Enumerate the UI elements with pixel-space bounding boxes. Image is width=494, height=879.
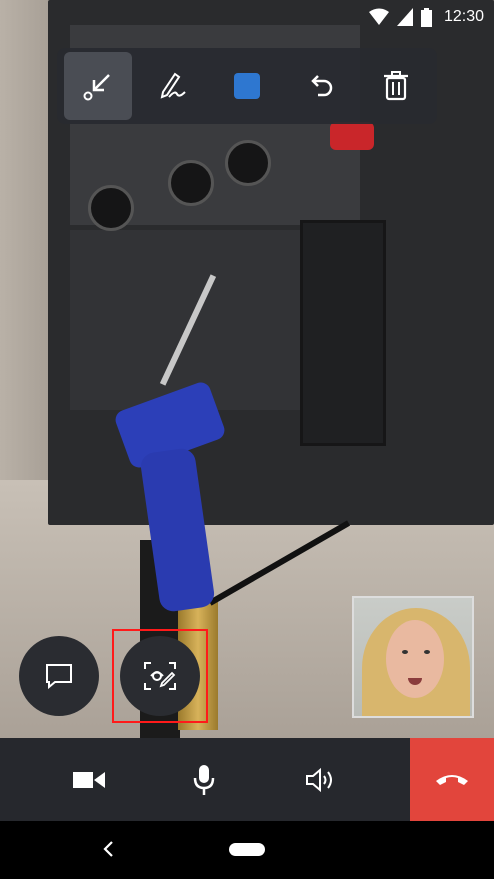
self-view-eye	[402, 650, 408, 654]
speaker-button[interactable]	[276, 738, 366, 821]
clock: 12:30	[443, 8, 484, 25]
collapse-button[interactable]	[64, 52, 133, 120]
knob	[225, 140, 271, 186]
side-box	[300, 220, 386, 446]
air-blow-gun	[105, 379, 255, 625]
undo-icon	[311, 75, 333, 97]
microphone-icon	[193, 764, 215, 795]
trash-icon	[383, 71, 408, 101]
collapse-arrow-icon	[83, 74, 111, 101]
video-camera-icon	[73, 771, 105, 788]
signal-icon	[396, 8, 413, 26]
back-button[interactable]	[96, 837, 120, 861]
status-bar: 12:30	[0, 0, 494, 34]
end-call-button[interactable]	[410, 738, 494, 821]
call-controls	[0, 738, 494, 821]
pen-icon	[160, 72, 186, 99]
self-view-video[interactable]	[352, 596, 474, 718]
battery-icon	[420, 7, 432, 27]
self-view-face	[386, 620, 444, 698]
chat-button[interactable]	[19, 636, 99, 716]
home-pill-icon[interactable]	[229, 843, 265, 856]
gun-handle	[139, 446, 216, 614]
self-view-eye	[424, 650, 430, 654]
undo-button[interactable]	[287, 52, 355, 120]
chat-bubble-icon	[46, 664, 72, 690]
wifi-icon	[368, 8, 389, 25]
delete-button[interactable]	[362, 52, 430, 120]
end-call-icon	[436, 774, 468, 785]
knob	[168, 160, 214, 206]
status-icons: 12:30	[368, 6, 484, 28]
speaker-icon	[306, 767, 332, 792]
back-chevron-icon	[103, 841, 113, 857]
highlight-box	[112, 629, 208, 723]
microphone-button[interactable]	[159, 738, 249, 821]
annotation-toolbar	[57, 48, 437, 124]
color-picker-button[interactable]	[213, 52, 281, 120]
color-swatch	[233, 73, 260, 99]
pen-tool-button[interactable]	[139, 52, 207, 120]
knob	[88, 185, 134, 231]
red-machine-button	[330, 122, 374, 150]
video-toggle-button[interactable]	[44, 738, 134, 821]
